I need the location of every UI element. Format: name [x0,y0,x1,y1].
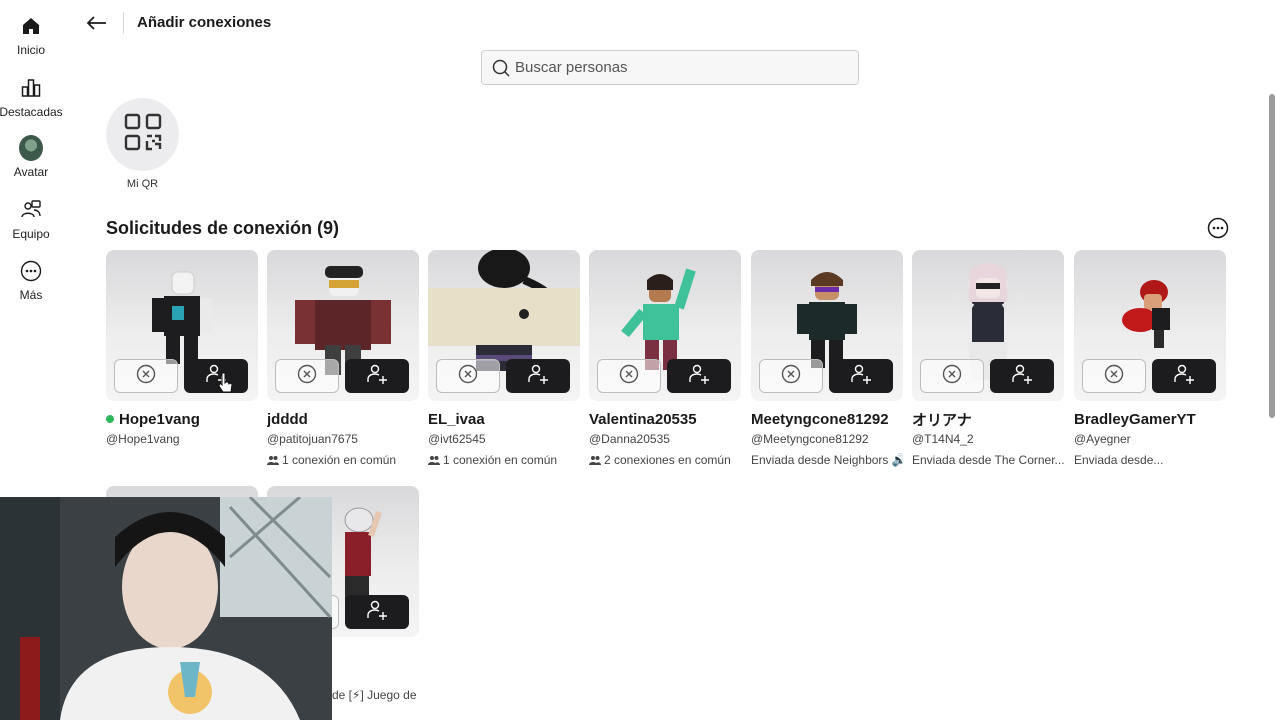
close-circle-icon [136,364,156,389]
card-meta: 2 conexiones en común [589,453,741,467]
request-card[interactable]: BradleyGamerYT @Ayegner Enviada desde... [1074,250,1226,467]
avatar-image [428,250,580,401]
add-person-icon [527,363,549,390]
close-circle-icon [942,364,962,389]
nav-label-avatar: Avatar [13,165,49,179]
add-person-icon [366,363,388,390]
card-meta: Enviada desde... [1074,453,1164,467]
card-name-text: Hope1vang [119,410,200,428]
add-person-icon [366,599,388,626]
people-icon [589,456,601,465]
scrollbar-thumb[interactable] [1269,94,1275,418]
more-icon [19,259,43,283]
avatar-icon [19,135,43,161]
avatar-image [106,250,258,401]
webcam-overlay [0,497,332,720]
online-status-dot [106,415,114,423]
card-handle: @ivt62545 [428,432,486,446]
nav-item-featured[interactable]: Destacadas [0,76,63,119]
search-bar[interactable] [481,50,859,85]
avatar-image [751,250,903,401]
card-handle: @Hope1vang [106,432,180,446]
side-navigation: Inicio Destacadas Avatar Equipo Más [0,0,63,490]
accept-button[interactable] [345,595,409,629]
card-meta: Enviada desde Neighbors 🔊 [751,453,903,467]
accept-button[interactable] [990,359,1054,393]
close-circle-icon [297,364,317,389]
card-name: Valentina20535 [589,410,697,428]
nav-item-more[interactable]: Más [0,259,62,302]
more-options-icon[interactable] [1207,217,1229,239]
card-name: EL_ivaa [428,410,485,428]
decline-button[interactable] [114,359,178,393]
charts-icon [19,76,43,100]
accept-button[interactable] [184,359,248,393]
accept-button[interactable] [667,359,731,393]
nav-item-team[interactable]: Equipo [0,198,62,241]
card-name: jdddd [267,410,308,428]
request-card[interactable]: Valentina20535 @Danna20535 2 conexiones … [589,250,741,467]
header-divider [123,12,124,34]
card-meta: 1 conexión en común [267,453,419,467]
qr-code-icon [124,113,162,156]
close-circle-icon [458,364,478,389]
request-card[interactable]: EL_ivaa @ivt62545 1 conexión en común [428,250,580,467]
accept-button[interactable] [506,359,570,393]
close-circle-icon [619,364,639,389]
card-meta: Enviada desde The Corner... [912,453,1064,467]
decline-button[interactable] [1082,359,1146,393]
card-name: オリアナ [912,411,972,429]
card-handle: @patitojuan7675 [267,432,358,446]
request-card[interactable]: jdddd @patitojuan7675 1 conexión en comú… [267,250,419,467]
accept-button[interactable] [345,359,409,393]
close-circle-icon [781,364,801,389]
avatar-image [912,250,1064,401]
people-icon [267,456,279,465]
people-icon [428,456,440,465]
request-card[interactable]: Hope1vang @Hope1vang [106,250,258,446]
nav-label-more: Más [19,288,43,302]
request-card[interactable]: Meetyngcone81292 @Meetyngcone81292 Envia… [751,250,903,467]
decline-button[interactable] [920,359,984,393]
add-person-icon [850,363,872,390]
search-icon [491,58,511,78]
team-icon [19,198,43,222]
page-title: Añadir conexiones [137,14,272,31]
section-title: Solicitudes de conexión (9) [106,218,340,238]
my-qr-button[interactable] [106,98,179,171]
back-arrow-icon[interactable] [84,10,110,36]
nav-item-home[interactable]: Inicio [0,14,62,57]
decline-button[interactable] [436,359,500,393]
nav-label-featured: Destacadas [0,105,63,119]
decline-button[interactable] [759,359,823,393]
search-input[interactable] [515,59,835,76]
card-meta-partial: de [⚡] Juego de [332,688,417,702]
card-handle: @Ayegner [1074,432,1131,446]
my-qr-label: Mi QR [126,178,159,190]
card-name: BradleyGamerYT [1074,410,1196,428]
card-name: Meetyngcone81292 [751,410,889,428]
avatar-image [267,250,419,401]
add-person-icon [1173,363,1195,390]
card-meta: 1 conexión en común [428,453,580,467]
decline-button[interactable] [597,359,661,393]
accept-button[interactable] [1152,359,1216,393]
card-handle: @Danna20535 [589,432,670,446]
home-icon [19,14,43,38]
decline-button[interactable] [275,359,339,393]
avatar-image [1074,250,1226,401]
add-person-icon [688,363,710,390]
close-circle-icon [1104,364,1124,389]
nav-label-home: Inicio [16,43,45,57]
card-handle: @Meetyngcone81292 [751,432,869,446]
avatar-image [589,250,741,401]
card-name: Hope1vang [106,409,258,429]
request-card[interactable]: オリアナ @T14N4_2 Enviada desde The Corner..… [912,250,1064,467]
add-person-icon [1011,363,1033,390]
hand-cursor-icon [218,372,234,394]
nav-label-team: Equipo [12,227,50,241]
card-handle: @T14N4_2 [912,432,974,446]
nav-item-avatar[interactable]: Avatar [0,135,62,179]
accept-button[interactable] [829,359,893,393]
